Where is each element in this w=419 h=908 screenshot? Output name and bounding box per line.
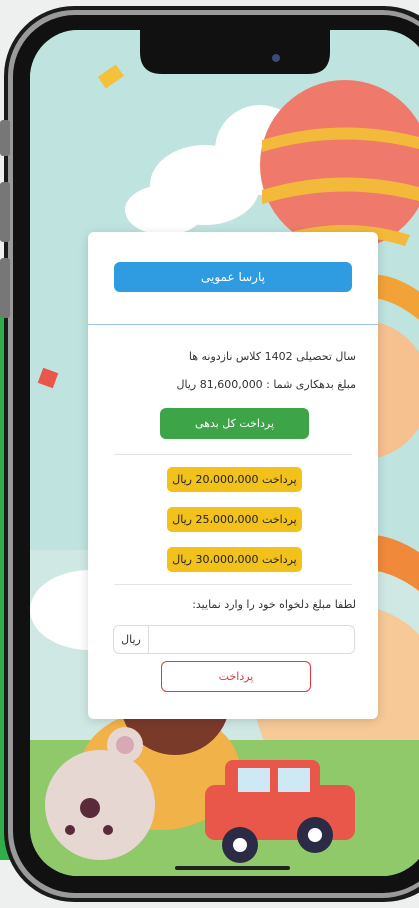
currency-addon: ریال — [114, 626, 149, 653]
mockup-stage: پارسا عمویی سال تحصیلی 1402 کلاس نازدونه… — [0, 0, 419, 908]
pay-all-button[interactable]: پرداخت کل بدهی — [160, 408, 309, 439]
custom-amount-input[interactable] — [150, 626, 352, 655]
debt-amount-text: مبلغ بدهکاری شما : 81,600,000 ریال — [176, 378, 356, 391]
header-divider — [88, 324, 378, 325]
payment-modal: پارسا عمویی سال تحصیلی 1402 کلاس نازدونه… — [88, 232, 378, 719]
class-info-text: سال تحصیلی 1402 کلاس نازدونه ها — [188, 350, 356, 363]
section-divider — [114, 584, 352, 585]
submit-payment-button[interactable]: پرداخت — [161, 661, 311, 692]
pay-option-button[interactable]: پرداخت 30،000،000 ریال — [167, 547, 302, 572]
student-name-button[interactable]: پارسا عمویی — [114, 262, 352, 292]
custom-amount-prompt: لطفا مبلغ دلخواه خود را وارد نمایید: — [192, 598, 356, 611]
section-divider — [114, 454, 352, 455]
pay-option-button[interactable]: پرداخت 25،000،000 ریال — [167, 507, 302, 532]
custom-amount-field: ریال — [113, 625, 355, 655]
pay-option-button[interactable]: پرداخت 20،000،000 ریال — [167, 467, 302, 492]
